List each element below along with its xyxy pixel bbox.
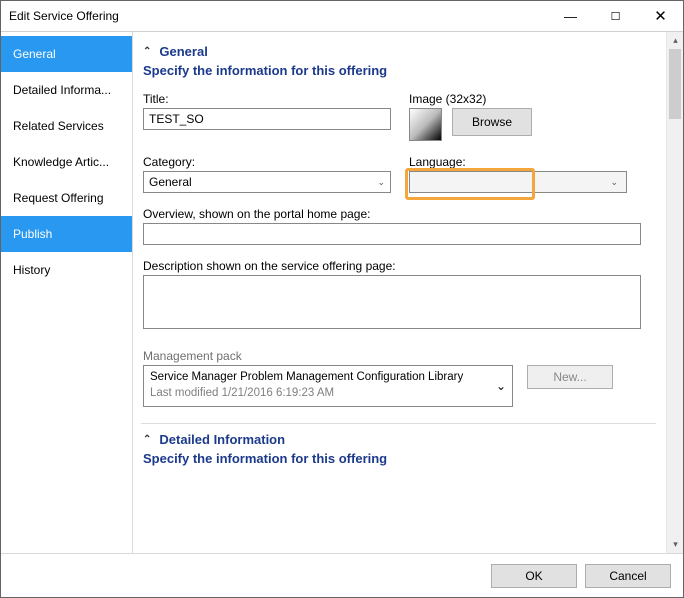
close-button[interactable]: ✕ [638,2,683,31]
description-textarea[interactable] [143,275,641,329]
maximize-button[interactable]: ☐ [593,2,638,31]
new-management-pack-button[interactable]: New... [527,365,613,389]
section-title: General [159,44,207,59]
content-wrap: ⌃ General Specify the information for th… [133,32,683,553]
sidebar: General Detailed Informa... Related Serv… [1,32,133,553]
cancel-button-label: Cancel [609,569,646,583]
sidebar-item-history[interactable]: History [1,252,132,288]
titlebar: Edit Service Offering — ☐ ✕ [1,1,683,31]
scrollbar-thumb[interactable] [669,49,681,119]
sidebar-item-label: Related Services [13,119,104,133]
section-header-detailed[interactable]: ⌃ Detailed Information [143,428,654,449]
browse-button-label: Browse [472,115,512,129]
overview-input[interactable] [143,223,641,245]
sidebar-item-label: Detailed Informa... [13,83,111,97]
sidebar-item-detailed-information[interactable]: Detailed Informa... [1,72,132,108]
ok-button-label: OK [525,569,542,583]
overview-label: Overview, shown on the portal home page: [143,207,654,221]
language-select[interactable]: ⌄ [409,171,627,193]
sidebar-item-publish[interactable]: Publish [1,216,132,252]
browse-button[interactable]: Browse [452,108,532,136]
cancel-button[interactable]: Cancel [585,564,671,588]
sidebar-item-request-offering[interactable]: Request Offering [1,180,132,216]
sidebar-item-label: Publish [13,227,52,241]
collapse-icon: ⌃ [143,434,151,445]
sidebar-item-label: General [13,47,56,61]
sidebar-item-related-services[interactable]: Related Services [1,108,132,144]
chevron-down-icon: ⌄ [610,177,618,188]
image-thumbnail [409,108,442,141]
section-title: Detailed Information [159,432,285,447]
management-pack-label: Management pack [143,349,654,363]
sidebar-item-knowledge-articles[interactable]: Knowledge Artic... [1,144,132,180]
chevron-down-icon: ⌄ [377,177,385,188]
language-label: Language: [409,155,627,169]
content: ⌃ General Specify the information for th… [133,32,666,553]
sidebar-item-general[interactable]: General [1,36,132,72]
body: General Detailed Informa... Related Serv… [1,31,683,553]
title-label: Title: [143,92,391,106]
scroll-down-icon[interactable]: ▾ [667,536,684,553]
category-label: Category: [143,155,391,169]
window: Edit Service Offering — ☐ ✕ General Deta… [0,0,684,598]
management-pack-modified: Last modified 1/21/2016 6:19:23 AM [150,386,463,402]
section-subtitle: Specify the information for this offerin… [143,449,654,470]
scrollbar[interactable]: ▴ ▾ [666,32,683,553]
new-button-label: New... [553,370,586,384]
sidebar-item-label: Knowledge Artic... [13,155,109,169]
sidebar-item-label: History [13,263,50,277]
description-label: Description shown on the service offerin… [143,259,654,273]
section-header-general[interactable]: ⌃ General [143,40,654,61]
management-pack-select[interactable]: Service Manager Problem Management Confi… [143,365,513,407]
minimize-button[interactable]: — [548,2,593,31]
sidebar-item-label: Request Offering [13,191,104,205]
ok-button[interactable]: OK [491,564,577,588]
scroll-up-icon[interactable]: ▴ [667,32,684,49]
window-title: Edit Service Offering [9,9,119,23]
management-pack-name: Service Manager Problem Management Confi… [150,370,463,386]
category-value: General [149,175,192,189]
section-subtitle: Specify the information for this offerin… [143,61,654,92]
collapse-icon: ⌃ [143,46,151,57]
title-input[interactable] [143,108,391,130]
footer: OK Cancel [1,553,683,597]
image-label: Image (32x32) [409,92,532,106]
category-select[interactable]: General ⌄ [143,171,391,193]
chevron-down-icon: ⌄ [496,379,506,393]
